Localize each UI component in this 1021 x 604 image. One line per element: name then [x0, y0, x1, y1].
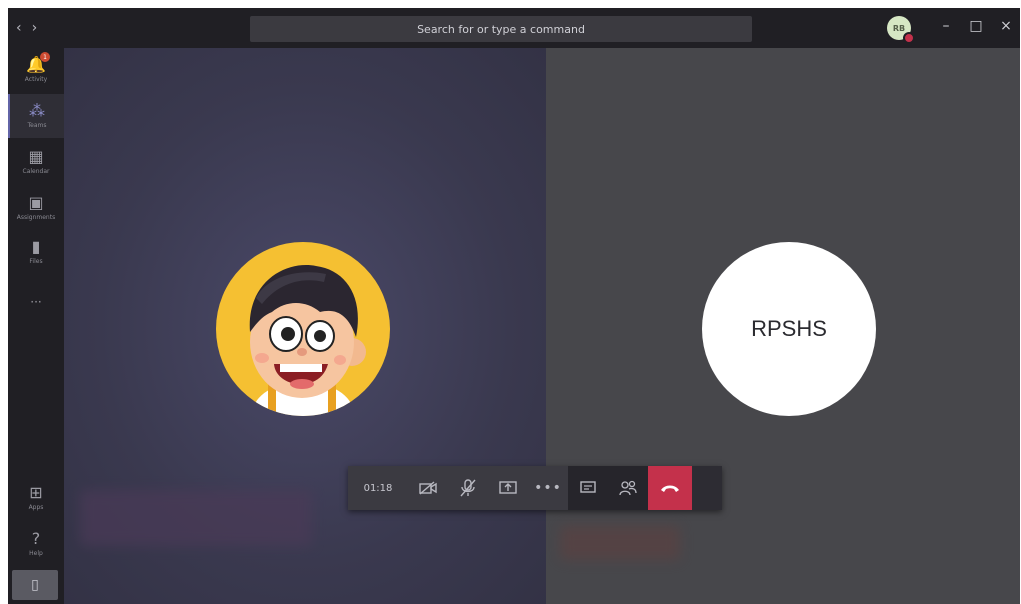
chat-icon: [580, 481, 596, 493]
call-toolbar: 01:18 •••: [348, 466, 722, 510]
mic-off-button[interactable]: [448, 466, 488, 510]
rail-label-activity: Activity: [24, 76, 48, 83]
mic-off-icon: [460, 479, 476, 497]
show-participants-button[interactable]: [608, 466, 648, 510]
forward-icon[interactable]: ›: [32, 20, 48, 36]
camera-off-icon: [419, 481, 437, 495]
apps-icon: ⊞: [29, 483, 43, 502]
close-button[interactable]: ×: [994, 18, 1018, 34]
share-screen-icon: [499, 481, 517, 494]
device-button[interactable]: ▯: [12, 570, 58, 600]
help-icon: ?: [31, 529, 41, 548]
participant-name: RPSHS: [751, 316, 827, 341]
user-initials: RB: [892, 23, 906, 33]
nav-arrows: ‹›: [16, 20, 47, 36]
rail-label-apps: Apps: [28, 504, 44, 511]
rail-item-activity[interactable]: 🔔 Activity 1: [8, 48, 64, 92]
blurred-name-label: [80, 490, 312, 546]
rail-item-teams[interactable]: ⁂ Teams: [8, 94, 64, 138]
cartoon-avatar: [216, 242, 390, 416]
more-actions-button[interactable]: •••: [528, 466, 568, 510]
rail-item-help[interactable]: ? Help: [8, 522, 64, 566]
rail-label-files: Files: [29, 258, 43, 265]
rail-item-assignments[interactable]: ▣ Assignments: [8, 186, 64, 230]
teams-icon: ⁂: [29, 101, 45, 120]
participant-tile-right: RPSHS: [546, 48, 1020, 604]
hang-up-button[interactable]: [648, 466, 692, 510]
call-timer: 01:18: [348, 466, 408, 510]
teams-window: ‹› Search for or type a command RB – □ ×…: [8, 8, 1020, 604]
assignments-icon: ▣: [28, 193, 44, 212]
rail-label-help: Help: [29, 550, 43, 557]
back-icon[interactable]: ‹: [16, 20, 32, 36]
more-icon: ···: [30, 295, 42, 309]
rail-item-calendar[interactable]: ▦ Calendar: [8, 140, 64, 184]
camera-off-button[interactable]: [408, 466, 448, 510]
participants-icon: [619, 480, 637, 496]
rail-more-button[interactable]: ···: [8, 280, 64, 324]
rail-item-files[interactable]: ▮ Files: [8, 230, 64, 274]
presence-status-icon: [903, 32, 915, 44]
rail-item-apps[interactable]: ⊞ Apps: [8, 476, 64, 520]
search-input[interactable]: Search for or type a command: [250, 16, 752, 42]
title-bar: ‹› Search for or type a command RB – □ ×: [8, 8, 1020, 48]
more-actions-icon: •••: [534, 480, 562, 496]
phone-icon: ▯: [31, 577, 39, 593]
share-screen-button[interactable]: [488, 466, 528, 510]
files-icon: ▮: [31, 237, 41, 256]
app-rail: 🔔 Activity 1 ⁂ Teams ▦ Calendar ▣ Assign…: [8, 48, 64, 604]
activity-badge: 1: [40, 52, 50, 62]
rail-label-teams: Teams: [27, 122, 47, 129]
rail-label-assignments: Assignments: [16, 214, 56, 221]
hang-up-icon: [661, 485, 679, 492]
participant-avatar-rpshs: RPSHS: [702, 242, 876, 416]
participant-tile-left: [64, 48, 546, 604]
maximize-button[interactable]: □: [964, 18, 988, 34]
show-conversation-button[interactable]: [568, 466, 608, 510]
calendar-icon: ▦: [28, 147, 44, 166]
minimize-button[interactable]: –: [934, 18, 958, 34]
search-placeholder: Search for or type a command: [417, 22, 585, 36]
blurred-caption: [560, 526, 680, 560]
rail-label-calendar: Calendar: [22, 168, 50, 175]
